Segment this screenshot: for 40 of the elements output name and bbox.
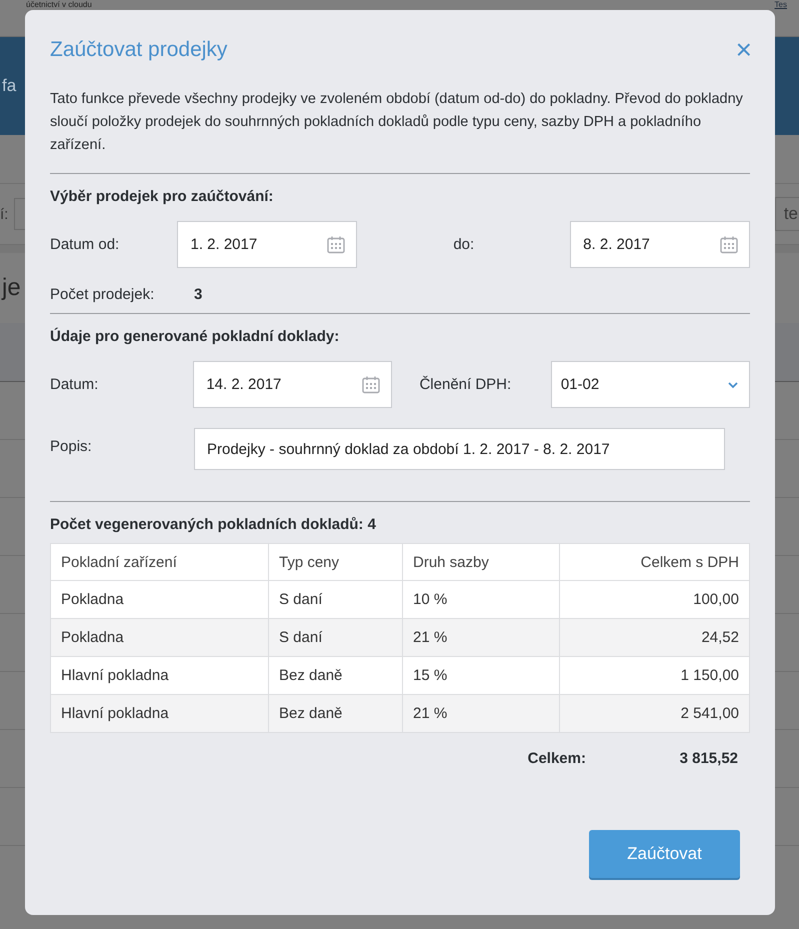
- calendar-icon[interactable]: [719, 234, 739, 254]
- count-value: 3: [194, 286, 202, 303]
- column-header: Pokladní zařízení: [50, 544, 268, 580]
- table-heading: Počet vegenerovaných pokladních dokladů: 4: [50, 515, 377, 535]
- total-label: Celkem:: [528, 750, 587, 767]
- table-cell: 21 %: [402, 694, 560, 732]
- table-cell: Pokladna: [50, 618, 268, 656]
- date-field[interactable]: 14. 2. 2017: [193, 361, 392, 408]
- field-label: do:: [453, 236, 476, 253]
- date-field[interactable]: 8. 2. 2017: [570, 221, 750, 268]
- description-field[interactable]: Prodejky - souhrnný doklad za období 1. 2. 2017 - 8. 2. 2017: [194, 428, 725, 470]
- section-heading: Výběr prodejek pro zaúčtování:: [50, 187, 274, 207]
- banner-text: fa: [1, 76, 16, 96]
- table-cell: 24,52: [560, 618, 750, 656]
- field-label: Popis:: [50, 438, 93, 454]
- table-cell: 2 541,00: [560, 694, 750, 732]
- calendar-icon[interactable]: [326, 234, 346, 254]
- table-cell: 21 %: [402, 618, 560, 656]
- dialog-title: Zaúčtovat prodejky: [50, 38, 228, 62]
- table-cell: S daní: [268, 618, 402, 656]
- table-cell: Bez daně: [268, 694, 402, 732]
- date-field[interactable]: 1. 2. 2017: [177, 221, 358, 268]
- column-header: Typ ceny: [268, 544, 402, 580]
- header-link[interactable]: Tes: [774, 0, 787, 10]
- app-title: účetnictví v cloudu: [26, 0, 92, 10]
- column-header: Druh sazby: [402, 544, 560, 580]
- page-heading: je: [2, 274, 21, 302]
- vat-dropdown[interactable]: 01-02: [550, 361, 750, 408]
- calendar-icon[interactable]: [361, 374, 382, 394]
- total-value: 3 815,52: [680, 750, 738, 767]
- field-label: Členění DPH:: [419, 376, 512, 393]
- filter-label: í:: [0, 206, 8, 222]
- description-text: Tato funkce převede všechny prodejky ve zvoleném období (datum od-do) do pokladny. Převod do pokladny sloučí položky prodejek do souhrnných pokladních dokladů podle typu ceny, sazby DPH a pokladního zařízení.: [50, 90, 744, 155]
- table-cell: Hlavní pokladna: [50, 694, 268, 732]
- section-heading: Údaje pro generované pokladní doklady:: [50, 327, 340, 347]
- chevron-down-icon: [727, 380, 739, 388]
- field-label: Počet prodejek:: [50, 286, 156, 303]
- field-label: Datum:: [50, 376, 100, 393]
- field-label: Datum od:: [50, 236, 120, 253]
- column-header: Celkem s DPH: [560, 544, 750, 580]
